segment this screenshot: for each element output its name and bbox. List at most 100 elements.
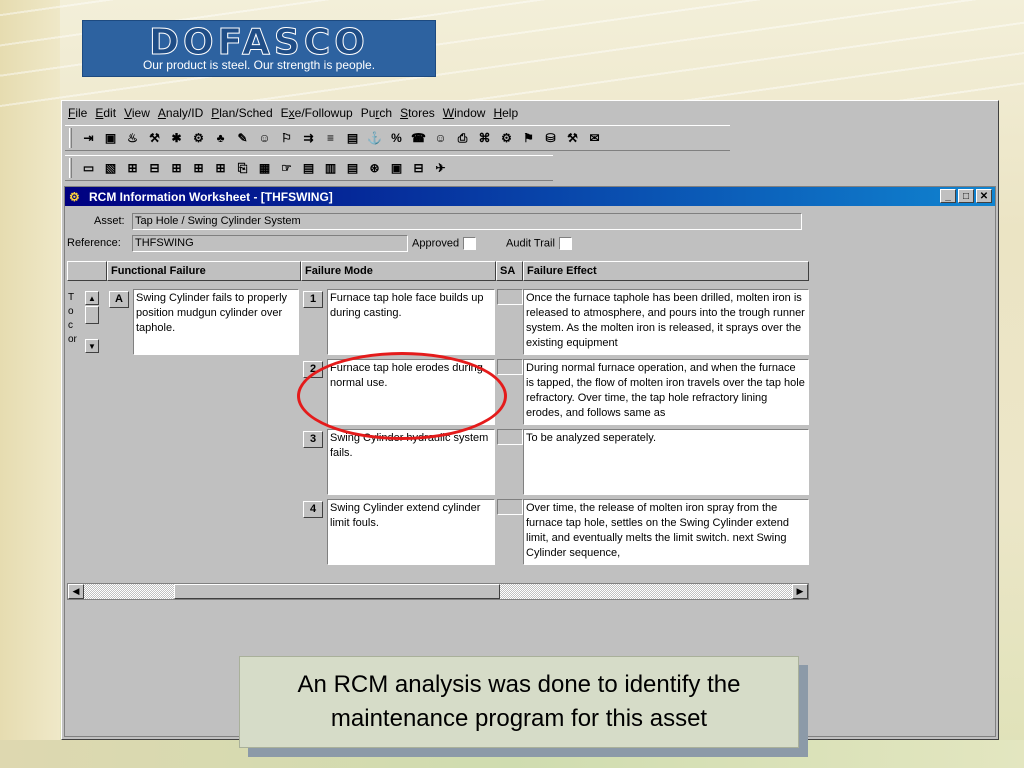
- menu-item-plan-sched[interactable]: Plan/Sched: [209, 106, 278, 120]
- sa-field[interactable]: [497, 289, 523, 305]
- toolbar1-button-20-icon[interactable]: ⚙: [497, 129, 516, 148]
- menu-item-edit[interactable]: Edit: [93, 106, 122, 120]
- toolbar1-button-8-icon[interactable]: ✎: [233, 129, 252, 148]
- toolbar-grip[interactable]: [69, 128, 72, 148]
- toolbar2-button-10-icon[interactable]: ☞: [277, 159, 296, 178]
- header-failure-mode[interactable]: Failure Mode: [301, 261, 496, 281]
- toolbar1-button-18-icon[interactable]: ⎙: [453, 129, 472, 148]
- menu-item-help[interactable]: Help: [491, 106, 524, 120]
- failure-mode-number[interactable]: 3: [303, 431, 323, 448]
- toolbar1-button-19-icon[interactable]: ⌘: [475, 129, 494, 148]
- toolbar1-button-7-icon[interactable]: ♣: [211, 129, 230, 148]
- approved-checkbox-group[interactable]: Approved: [412, 237, 477, 250]
- horizontal-scroll-thumb[interactable]: [174, 584, 500, 599]
- menu-item-purch[interactable]: Purch: [359, 106, 398, 120]
- header-failure-effect[interactable]: Failure Effect: [523, 261, 809, 281]
- row-scroll-up-arrow-icon[interactable]: ▲: [85, 291, 99, 305]
- clipped-text-fragment: or: [68, 334, 77, 345]
- audit-trail-checkbox-group[interactable]: Audit Trail: [506, 237, 572, 250]
- toolbar1-button-13-icon[interactable]: ▤: [343, 129, 362, 148]
- toolbar2-button-8-icon[interactable]: ⎘: [233, 159, 252, 178]
- reference-field[interactable]: THFSWING: [132, 235, 408, 252]
- toolbar2-button-7-icon[interactable]: ⊞: [211, 159, 230, 178]
- toolbar2-button-15-icon[interactable]: ▣: [387, 159, 406, 178]
- toolbar2-button-17-icon[interactable]: ✈: [431, 159, 450, 178]
- failure-mode-cell[interactable]: Swing Cylinder extend cylinder limit fou…: [327, 499, 495, 565]
- failure-mode-number[interactable]: 1: [303, 291, 323, 308]
- menu-bar: File Edit View Analy/ID Plan/Sched Exe/Follow…: [62, 103, 524, 123]
- functional-failure-letter[interactable]: A: [109, 291, 129, 308]
- main-toolbar: ⇥ ▣ ♨ ⚒ ✱ ⚙ ♣ ✎ ☺ ⚐ ⇉ ≡ ▤ ⚓% ☎ ☺ ⎙ ⌘ ⚙ ⚑ ⛁ ⚒ ✉: [65, 125, 730, 151]
- failure-effect-cell[interactable]: Over time, the release of molten iron sp…: [523, 499, 809, 565]
- logo-tagline: Our product is steel. Our strength is pe…: [142, 58, 376, 72]
- functional-failure-cell[interactable]: Swing Cylinder fails to properly positio…: [133, 289, 299, 355]
- toolbar1-button-14-icon[interactable]: ⚓: [365, 129, 384, 148]
- background-band-left: [0, 0, 60, 768]
- toolbar-grip[interactable]: [69, 158, 72, 178]
- logo-wordmark: DOFASCO: [149, 22, 369, 63]
- menu-item-exe-followup[interactable]: Exe/Followup: [279, 106, 359, 120]
- toolbar2-button-9-icon[interactable]: ▦: [255, 159, 274, 178]
- header-sa[interactable]: SA: [496, 261, 523, 281]
- sa-field[interactable]: [497, 499, 523, 515]
- worksheet-title: RCM Information Worksheet - [THFSWING]: [89, 189, 333, 204]
- toolbar2-button-11-icon[interactable]: ▤: [299, 159, 318, 178]
- slide-caption: An RCM analysis was done to identify the…: [239, 656, 799, 748]
- menu-item-view[interactable]: View: [122, 106, 156, 120]
- row-scroll-down-arrow-icon[interactable]: ▼: [85, 339, 99, 353]
- toolbar2-button-6-icon[interactable]: ⊞: [189, 159, 208, 178]
- worksheet-title-bar[interactable]: ⚙ RCM Information Worksheet - [THFSWING]…: [65, 187, 995, 206]
- toolbar1-button-12-icon[interactable]: ≡: [321, 129, 340, 148]
- menu-item-stores[interactable]: Stores: [398, 106, 441, 120]
- menu-item-file[interactable]: File: [66, 106, 93, 120]
- toolbar1-button-22-icon[interactable]: ⛁: [541, 129, 560, 148]
- maximize-button[interactable]: □: [958, 189, 974, 203]
- menu-item-window[interactable]: Window: [441, 106, 492, 120]
- toolbar1-button-23-icon[interactable]: ⚒: [563, 129, 582, 148]
- toolbar1-button-9-icon[interactable]: ☺: [255, 129, 274, 148]
- failure-effect-cell[interactable]: During normal furnace operation, and whe…: [523, 359, 809, 425]
- close-button[interactable]: ✕: [976, 189, 992, 203]
- toolbar2-button-3-icon[interactable]: ⊞: [123, 159, 142, 178]
- toolbar2-button-2-icon[interactable]: ▧: [101, 159, 120, 178]
- row-scroll-thumb[interactable]: [85, 306, 99, 324]
- reference-label: Reference:: [67, 237, 121, 249]
- sa-field[interactable]: [497, 429, 523, 445]
- toolbar1-button-3-icon[interactable]: ♨: [123, 129, 142, 148]
- sa-field[interactable]: [497, 359, 523, 375]
- header-blank: [67, 261, 107, 281]
- rcm-worksheet-window: ⚙ RCM Information Worksheet - [THFSWING]…: [64, 186, 996, 737]
- scroll-right-arrow-icon[interactable]: ▶: [792, 584, 808, 599]
- audit-trail-checkbox[interactable]: [558, 237, 572, 250]
- approved-checkbox[interactable]: [463, 237, 477, 250]
- toolbar1-button-16-icon[interactable]: ☎: [409, 129, 428, 148]
- toolbar1-button-17-icon[interactable]: ☺: [431, 129, 450, 148]
- toolbar1-button-15-icon[interactable]: %: [387, 129, 406, 148]
- toolbar1-button-1-icon[interactable]: ⇥: [79, 129, 98, 148]
- toolbar2-button-4-icon[interactable]: ⊟: [145, 159, 164, 178]
- toolbar1-button-24-icon[interactable]: ✉: [585, 129, 604, 148]
- toolbar1-button-21-icon[interactable]: ⚑: [519, 129, 538, 148]
- failure-mode-number[interactable]: 4: [303, 501, 323, 518]
- toolbar2-button-13-icon[interactable]: ▤: [343, 159, 362, 178]
- asset-field[interactable]: Tap Hole / Swing Cylinder System: [132, 213, 802, 230]
- toolbar1-button-6-icon[interactable]: ⚙: [189, 129, 208, 148]
- toolbar2-button-5-icon[interactable]: ⊞: [167, 159, 186, 178]
- toolbar2-button-1-icon[interactable]: ▭: [79, 159, 98, 178]
- toolbar1-button-2-icon[interactable]: ▣: [101, 129, 120, 148]
- minimize-button[interactable]: _: [940, 189, 956, 203]
- scroll-left-arrow-icon[interactable]: ◀: [68, 584, 84, 599]
- menu-item-analy-id[interactable]: Analy/ID: [156, 106, 209, 120]
- toolbar1-button-5-icon[interactable]: ✱: [167, 129, 186, 148]
- horizontal-scrollbar[interactable]: ◀ ▶: [67, 583, 809, 600]
- toolbar2-button-16-icon[interactable]: ⊟: [409, 159, 428, 178]
- failure-mode-cell[interactable]: Furnace tap hole face builds up during c…: [327, 289, 495, 355]
- header-functional-failure[interactable]: Functional Failure: [107, 261, 301, 281]
- toolbar2-button-12-icon[interactable]: ▥: [321, 159, 340, 178]
- toolbar2-button-14-icon[interactable]: ⊛: [365, 159, 384, 178]
- toolbar1-button-11-icon[interactable]: ⇉: [299, 129, 318, 148]
- failure-effect-cell[interactable]: To be analyzed seperately.: [523, 429, 809, 495]
- failure-effect-cell[interactable]: Once the furnace taphole has been drille…: [523, 289, 809, 355]
- toolbar1-button-4-icon[interactable]: ⚒: [145, 129, 164, 148]
- toolbar1-button-10-icon[interactable]: ⚐: [277, 129, 296, 148]
